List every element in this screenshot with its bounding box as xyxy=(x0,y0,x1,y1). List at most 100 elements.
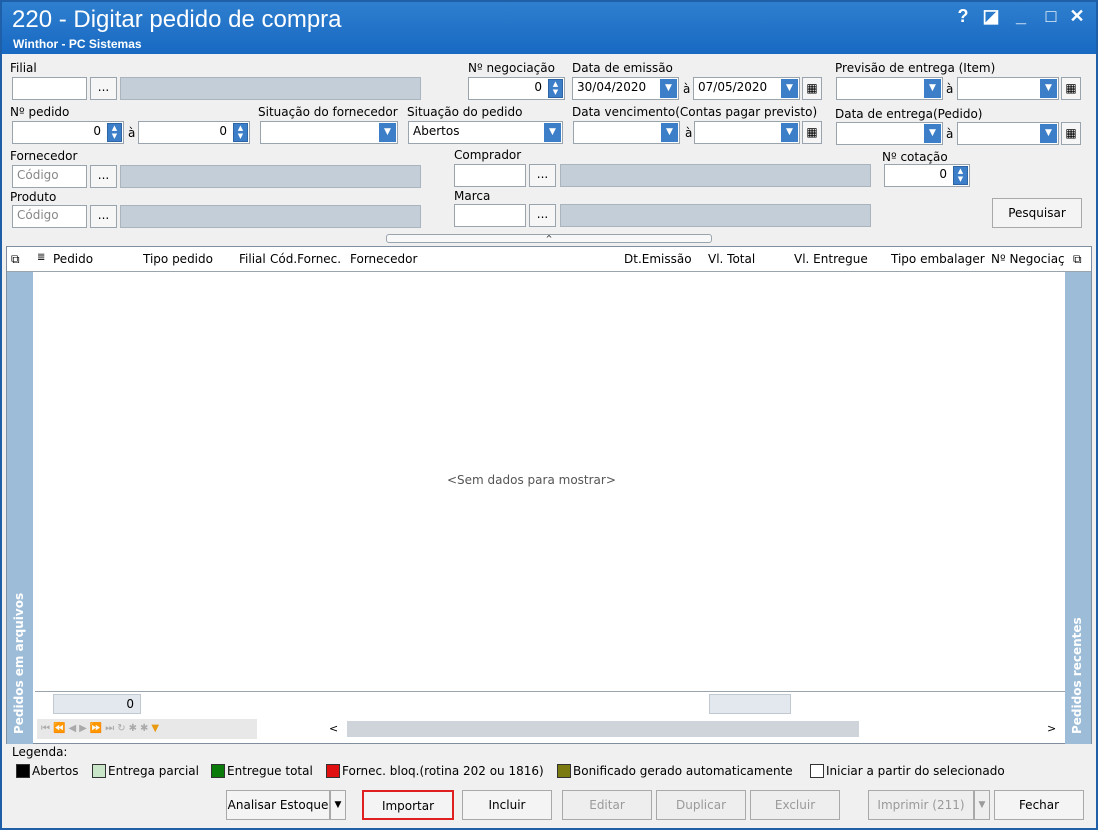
calendar-icon[interactable]: ▦ xyxy=(802,77,822,100)
legend-label: Abertos xyxy=(32,764,79,778)
fornecedor-codigo-input[interactable]: Código xyxy=(12,165,87,188)
col-cod-fornec[interactable]: Cód.Fornec. xyxy=(270,252,341,266)
comprador-lookup-button[interactable]: ... xyxy=(529,164,556,187)
filial-label: Filial xyxy=(10,61,37,75)
col-filial[interactable]: Filial xyxy=(239,252,266,266)
cotacao-input[interactable]: 0 ▲ ▼ xyxy=(884,164,970,187)
help-icon[interactable]: ? xyxy=(952,6,974,27)
pedido-label: Nº pedido xyxy=(10,105,70,119)
excluir-button[interactable]: Excluir xyxy=(750,790,840,820)
chevron-down-icon[interactable]: ▼ xyxy=(660,79,677,98)
col-fornecedor[interactable]: Fornecedor xyxy=(350,252,417,266)
fechar-button[interactable]: Fechar xyxy=(994,790,1084,820)
marca-input[interactable] xyxy=(454,204,526,227)
chevron-down-icon[interactable]: ▼ xyxy=(781,123,798,142)
filter-icon[interactable]: ▼ xyxy=(151,723,162,734)
pedido-from[interactable]: 0 ▲ ▼ xyxy=(12,121,124,144)
sit-fornecedor-select[interactable]: ▼ xyxy=(260,121,398,144)
pedidos-recentes-panel[interactable]: Pedidos recentes xyxy=(1065,272,1091,744)
checkbox-icon[interactable] xyxy=(810,764,824,778)
data-venc-to[interactable]: ▼ xyxy=(694,121,800,144)
data-entrega-from[interactable]: ▼ xyxy=(836,122,943,145)
previsao-label: Previsão de entrega (Item) xyxy=(835,61,996,75)
col-pedido[interactable]: Pedido xyxy=(53,252,93,266)
incluir-button[interactable]: Incluir xyxy=(462,790,552,820)
horizontal-scrollbar[interactable] xyxy=(347,721,859,737)
spin-icon[interactable]: ▲ ▼ xyxy=(548,79,563,98)
scroll-right-icon[interactable]: > xyxy=(1047,722,1056,735)
col-tipo-pedido[interactable]: Tipo pedido xyxy=(143,252,213,266)
duplicar-button[interactable]: Duplicar xyxy=(656,790,746,820)
filial-lookup-button[interactable]: ... xyxy=(90,77,117,100)
col-dt-emissao[interactable]: Dt.Emissão xyxy=(624,252,692,266)
comprador-label: Comprador xyxy=(454,148,522,162)
calendar-icon[interactable]: ▦ xyxy=(802,121,822,144)
col-negociacao[interactable]: Nº Negociaç xyxy=(991,252,1065,266)
float-panel-icon[interactable]: ⧉ xyxy=(1073,252,1082,267)
col-vl-total[interactable]: Vl. Total xyxy=(708,252,755,266)
produto-codigo-input[interactable]: Código xyxy=(12,205,87,228)
fornecedor-description xyxy=(120,165,421,188)
produto-lookup-button[interactable]: ... xyxy=(90,205,117,228)
marca-description xyxy=(560,204,871,227)
editar-button[interactable]: Editar xyxy=(562,790,652,820)
window-subtitle: Winthor - PC Sistemas xyxy=(13,37,142,51)
previsao-from[interactable]: ▼ xyxy=(836,77,943,100)
marca-label: Marca xyxy=(454,189,491,203)
analisar-estoque-button[interactable]: Analisar Estoque xyxy=(226,790,330,820)
chevron-down-icon[interactable]: ▼ xyxy=(924,79,941,98)
chevron-down-icon[interactable]: ▼ xyxy=(974,790,990,820)
sit-pedido-value: Abertos xyxy=(413,124,460,138)
chevron-down-icon[interactable]: ▼ xyxy=(544,123,561,142)
negociacao-input[interactable]: 0 ▲ ▼ xyxy=(468,77,565,100)
fornecedor-lookup-button[interactable]: ... xyxy=(90,165,117,188)
sit-pedido-select[interactable]: Abertos ▼ xyxy=(408,121,563,144)
iniciar-checkbox[interactable]: Iniciar a partir do selecionado xyxy=(810,764,1005,778)
maximize-icon[interactable]: □ xyxy=(1040,6,1062,27)
fornecedor-label: Fornecedor xyxy=(10,149,78,163)
chevron-down-icon[interactable]: ▼ xyxy=(1040,79,1057,98)
spin-icon[interactable]: ▲ ▼ xyxy=(107,123,122,142)
chevron-down-icon[interactable]: ▼ xyxy=(330,790,346,820)
title-bar: 220 - Digitar pedido de compra Winthor -… xyxy=(2,2,1096,54)
legend-label: Entregue total xyxy=(227,764,313,778)
scroll-left-icon[interactable]: < xyxy=(329,722,338,735)
data-entrega-to[interactable]: ▼ xyxy=(957,122,1059,145)
legend-label: Bonificado gerado automaticamente xyxy=(573,764,793,778)
chevron-down-icon[interactable]: ▼ xyxy=(924,124,941,143)
navigator-bar[interactable]: ⏮⏪◀▶⏩⏭↻✱✱▼ xyxy=(37,719,257,739)
calendar-icon[interactable]: ▦ xyxy=(1061,77,1081,100)
importar-button[interactable]: Importar xyxy=(362,790,454,820)
collapse-splitter-icon[interactable]: ^ xyxy=(386,234,712,243)
pedido-to[interactable]: 0 ▲ ▼ xyxy=(138,121,250,144)
imprimir-button[interactable]: Imprimir (211) xyxy=(868,790,974,820)
column-chooser-icon[interactable]: ≣ xyxy=(37,252,45,263)
previsao-to[interactable]: ▼ xyxy=(957,77,1059,100)
footer-total xyxy=(709,694,791,714)
spin-icon[interactable]: ▲ ▼ xyxy=(953,166,968,185)
data-venc-from[interactable]: ▼ xyxy=(573,121,680,144)
chevron-down-icon[interactable]: ▼ xyxy=(379,123,396,142)
comprador-input[interactable] xyxy=(454,164,526,187)
chevron-down-icon[interactable]: ▼ xyxy=(781,79,798,98)
minimize-icon[interactable]: _ xyxy=(1010,6,1032,27)
spin-icon[interactable]: ▲ ▼ xyxy=(233,123,248,142)
pesquisar-button[interactable]: Pesquisar xyxy=(992,198,1082,228)
chevron-down-icon[interactable]: ▼ xyxy=(1040,124,1057,143)
filial-input[interactable] xyxy=(12,77,87,100)
col-tipo-embalagem[interactable]: Tipo embalager xyxy=(891,252,985,266)
chevron-down-icon[interactable]: ▼ xyxy=(661,123,678,142)
restore-icon[interactable]: ◪ xyxy=(980,6,1002,27)
data-emissao-to[interactable]: 07/05/2020 ▼ xyxy=(693,77,800,100)
pedidos-em-arquivos-panel[interactable]: Pedidos em arquivos xyxy=(7,272,33,744)
a-label: à xyxy=(128,126,136,140)
marca-lookup-button[interactable]: ... xyxy=(529,204,556,227)
cotacao-label: Nº cotação xyxy=(882,150,948,164)
col-vl-entregue[interactable]: Vl. Entregue xyxy=(794,252,868,266)
close-icon[interactable]: ✕ xyxy=(1066,6,1088,27)
empty-message: <Sem dados para mostrar> xyxy=(447,473,616,487)
legend-item: Entrega parcial xyxy=(92,764,199,778)
calendar-icon[interactable]: ▦ xyxy=(1061,122,1081,145)
float-panel-icon[interactable]: ⧉ xyxy=(11,252,20,267)
data-emissao-from[interactable]: 30/04/2020 ▼ xyxy=(572,77,679,100)
